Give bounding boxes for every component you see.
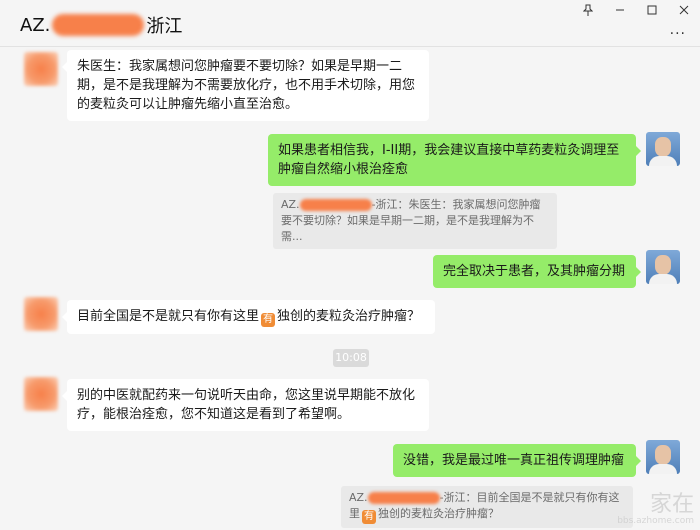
contact-avatar[interactable] [24,297,58,331]
quote-text: 独创的麦粒灸治疗肿瘤？ [378,507,499,520]
outgoing-message-bubble[interactable]: 如果患者相信我，I-II期，我会建议直接中草药麦粒灸调理至肿瘤自然缩小根治痊愈 [268,134,641,186]
quote-text: -浙江：目前全国是不是就只有你有这 [439,491,620,504]
quote-sender-prefix: AZ. [281,198,300,211]
message-text: 完全取决于患者，及其肿瘤分期 [443,264,626,279]
quoted-message[interactable]: AZ. -浙江：目前全国是不是就只有你有这 里有独创的麦粒灸治疗肿瘤？ [341,486,633,528]
watermark-main: 家在 [649,492,694,517]
message-list[interactable]: 朱医生：我家属想问您肿瘤要不要切除？如果是早期一二期，是不是我理解为不需要放化疗… [0,47,700,530]
message-text: 独创的麦粒灸治疗肿瘤？ [277,309,421,324]
redacted-name [299,199,372,211]
site-watermark: 家在 bbs.azhome.com [617,492,694,527]
my-avatar[interactable] [646,440,680,474]
timestamp: 10:08 [333,349,369,367]
quote-sender-prefix: AZ. [349,491,368,504]
contact-avatar[interactable] [24,377,58,411]
you-emoji-icon: 有 [362,510,376,524]
redacted-name [367,492,440,504]
redacted-name [52,14,145,36]
close-icon[interactable] [668,0,700,20]
contact-avatar[interactable] [24,52,58,86]
maximize-icon[interactable] [636,0,668,20]
you-emoji-icon: 有 [261,313,276,327]
message-text: 别的中医就配药来一句说听天由命，您这里说早期能不放化疗，能根治痊愈，您不知道这是… [77,388,416,422]
title-bar: AZ. 浙江 ··· [0,0,700,47]
message-text: 朱医生：我家属想问您肿瘤要不要切除？如果是早期一二期，是不是我理解为不需要放化疗… [77,59,416,112]
message-text: 如果患者相信我，I-II期，我会建议直接中草药麦粒灸调理至肿瘤自然缩小根治痊愈 [278,143,620,177]
my-avatar[interactable] [646,132,680,166]
chat-title-prefix: AZ. [20,14,51,36]
outgoing-message-bubble[interactable]: 完全取决于患者，及其肿瘤分期 [433,255,641,288]
chat-title-suffix: 浙江 [146,16,183,37]
outgoing-message-bubble[interactable]: 没错，我是最过唯一真正祖传调理肿瘤 [393,444,641,477]
incoming-message-bubble[interactable]: 目前全国是不是就只有你有这里有独创的麦粒灸治疗肿瘤？ [62,300,435,334]
minimize-icon[interactable] [604,0,636,20]
message-text: 目前全国是不是就只有你有这里 [77,309,260,324]
more-options-button[interactable]: ··· [670,26,686,42]
quoted-message[interactable]: AZ. -浙江：朱医生：我家属想问您肿瘤要不要切除？如果是早期一二期，是不是我理解… [273,193,557,249]
incoming-message-bubble[interactable]: 别的中医就配药来一句说听天由命，您这里说早期能不放化疗，能根治痊愈，您不知道这是… [62,379,429,431]
my-avatar[interactable] [646,250,680,284]
incoming-message-bubble[interactable]: 朱医生：我家属想问您肿瘤要不要切除？如果是早期一二期，是不是我理解为不需要放化疗… [62,50,429,121]
watermark-url: bbs.azhome.com [617,516,694,526]
message-text: 没错，我是最过唯一真正祖传调理肿瘤 [403,453,625,468]
chat-title: AZ. 浙江 [20,12,182,38]
pin-icon[interactable] [572,0,604,20]
quote-text: 里 [349,507,360,520]
